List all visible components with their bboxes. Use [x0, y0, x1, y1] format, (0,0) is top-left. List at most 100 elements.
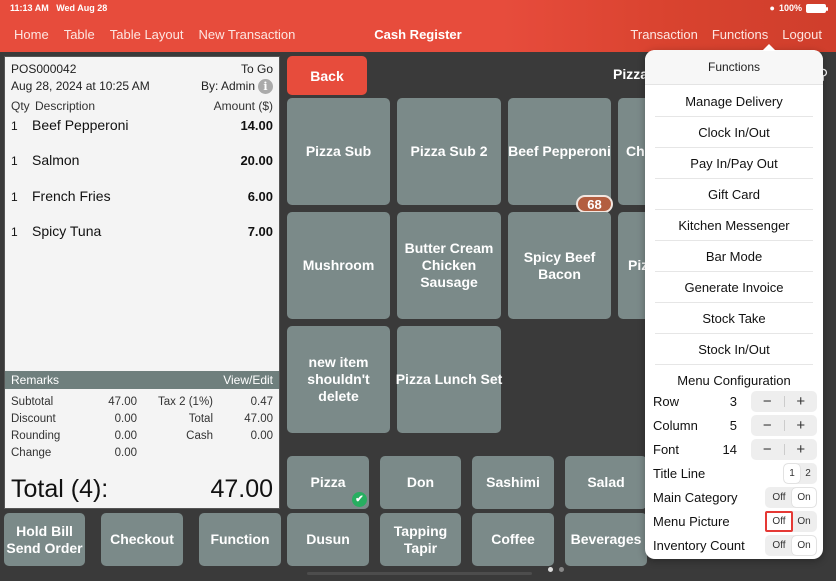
change-value: 0.00: [114, 446, 137, 459]
discount-value: 0.00: [114, 412, 137, 425]
menu-picture-label: Menu Picture: [653, 513, 730, 529]
menu-picture-off[interactable]: Off: [765, 510, 793, 532]
plus-icon[interactable]: +: [785, 393, 818, 410]
checkout-button[interactable]: Checkout: [101, 513, 183, 566]
line-qty: 1: [11, 154, 18, 168]
receipt-panel: POS000042 To Go Aug 28, 2024 at 10:25 AM…: [4, 56, 280, 509]
change-label: Change: [11, 446, 52, 459]
row-label: Row: [653, 393, 680, 409]
menu-pay-in-pay-out[interactable]: Pay In/Pay Out: [655, 148, 813, 179]
menu-gift-card[interactable]: Gift Card: [655, 179, 813, 210]
inventory-count-badge: 68: [576, 195, 613, 213]
receipt-number: POS000042: [11, 62, 77, 76]
menu-item-mushroom[interactable]: Mushroom: [287, 212, 390, 319]
menu-generate-invoice[interactable]: Generate Invoice: [655, 272, 813, 303]
col-qty: Qty: [11, 99, 30, 113]
line-qty: 1: [11, 119, 18, 133]
category-coffee[interactable]: Coffee: [472, 513, 554, 566]
line-item[interactable]: 1 French Fries 6.00: [11, 188, 273, 204]
category-label: Sashimi: [486, 474, 540, 490]
menu-item-pizza-sub[interactable]: Pizza Sub: [287, 98, 390, 205]
view-edit-link[interactable]: View/Edit: [223, 373, 273, 387]
menu-clock-in-out[interactable]: Clock In/Out: [655, 117, 813, 148]
menu-stock-in-out[interactable]: Stock In/Out: [655, 334, 813, 365]
config-main-category: Main Category Off On: [653, 486, 817, 508]
status-date: Wed Aug 28: [56, 3, 108, 13]
top-nav-bar: 11:13 AM Wed Aug 28 ● 100% Home Table Ta…: [0, 0, 836, 52]
menu-item-spicy-beef-bacon[interactable]: Spicy Beef Bacon: [508, 212, 611, 319]
minus-icon[interactable]: −: [751, 441, 784, 458]
menu-item-new-item[interactable]: new item shouldn't delete: [287, 326, 390, 433]
plus-icon[interactable]: +: [785, 417, 818, 434]
page-dot-1[interactable]: [548, 567, 553, 572]
category-dusun[interactable]: Dusun: [287, 513, 369, 566]
main-category-on[interactable]: On: [792, 487, 816, 507]
line-item[interactable]: 1 Salmon 20.00: [11, 152, 273, 168]
row-stepper[interactable]: − +: [751, 390, 818, 412]
minus-icon[interactable]: −: [751, 417, 784, 434]
nav-functions[interactable]: Functions: [712, 27, 768, 42]
page-indicator[interactable]: [548, 567, 564, 572]
inventory-count-label: Inventory Count: [653, 537, 745, 553]
menu-kitchen-messenger[interactable]: Kitchen Messenger: [655, 210, 813, 241]
horizontal-scrollbar[interactable]: [307, 572, 532, 575]
category-sashimi[interactable]: Sashimi: [472, 456, 554, 509]
nav-logout[interactable]: Logout: [782, 27, 822, 42]
main-category-toggle[interactable]: Off On: [765, 486, 817, 508]
rounding-label: Rounding: [11, 429, 61, 442]
category-beverages[interactable]: Beverages: [565, 513, 647, 566]
title-line-2[interactable]: 2: [800, 464, 816, 483]
title-line-1[interactable]: 1: [784, 463, 800, 483]
menu-picture-on[interactable]: On: [792, 512, 816, 531]
font-stepper[interactable]: − +: [751, 438, 818, 460]
inventory-count-toggle[interactable]: Off On: [765, 534, 817, 556]
line-item[interactable]: 1 Spicy Tuna 7.00: [11, 223, 273, 239]
info-icon[interactable]: i: [258, 79, 273, 94]
function-button[interactable]: Function: [199, 513, 281, 566]
nav-left: Home Table Table Layout New Transaction: [14, 27, 295, 42]
menu-item-label: Beef Pepperoni: [508, 143, 611, 159]
category-don[interactable]: Don: [380, 456, 461, 509]
minus-icon[interactable]: −: [751, 393, 784, 410]
nav-new-transaction[interactable]: New Transaction: [199, 27, 296, 42]
menu-item-beef-pepperoni[interactable]: Beef Pepperoni 68: [508, 98, 613, 213]
remarks-bar[interactable]: Remarks View/Edit: [5, 371, 279, 389]
column-stepper[interactable]: − +: [751, 414, 818, 436]
category-tapping-tapir[interactable]: Tapping Tapir: [380, 513, 461, 566]
nav-table[interactable]: Table: [64, 27, 95, 42]
hold-bill-send-order-button[interactable]: Hold Bill Send Order: [4, 513, 85, 566]
category-salad[interactable]: Salad: [565, 456, 647, 509]
menu-stock-take[interactable]: Stock Take: [655, 303, 813, 334]
category-label: Dusun: [306, 531, 350, 547]
discount-label: Discount: [11, 412, 56, 425]
title-line-segmented[interactable]: 1 2: [783, 462, 817, 484]
config-font: Font 14 − +: [653, 438, 817, 460]
order-type: To Go: [240, 62, 273, 76]
totals-table: Subtotal 47.00 Tax 2 (1%) 0.47 Discount …: [11, 393, 273, 461]
category-title: Pizza: [613, 66, 649, 82]
rounding-value: 0.00: [114, 429, 137, 442]
category-pizza[interactable]: Pizza ✔: [287, 456, 369, 509]
main-category-off[interactable]: Off: [766, 488, 792, 507]
menu-item-butter-cream-chicken-sausage[interactable]: Butter Cream Chicken Sausage: [397, 212, 501, 319]
nav-transaction[interactable]: Transaction: [630, 27, 697, 42]
nav-home[interactable]: Home: [14, 27, 49, 42]
nav-table-layout[interactable]: Table Layout: [110, 27, 184, 42]
inventory-count-on[interactable]: On: [792, 535, 816, 555]
menu-item-pizza-sub-2[interactable]: Pizza Sub 2: [397, 98, 501, 205]
inventory-count-off[interactable]: Off: [766, 536, 792, 555]
line-amount: 7.00: [247, 224, 273, 239]
menu-manage-delivery[interactable]: Manage Delivery: [655, 86, 813, 117]
menu-picture-toggle[interactable]: Off On: [765, 510, 817, 532]
totals-row: Subtotal 47.00 Tax 2 (1%) 0.47: [11, 393, 273, 410]
menu-bar-mode[interactable]: Bar Mode: [655, 241, 813, 272]
plus-icon[interactable]: +: [785, 441, 818, 458]
page-dot-2[interactable]: [559, 567, 564, 572]
receipt-datetime: Aug 28, 2024 at 10:25 AM: [11, 79, 150, 93]
line-desc: Spicy Tuna: [32, 223, 102, 239]
line-item[interactable]: 1 Beef Pepperoni 14.00: [11, 117, 273, 133]
back-button[interactable]: Back: [287, 56, 367, 95]
menu-item-pizza-lunch-set[interactable]: Pizza Lunch Set: [395, 326, 503, 433]
menu-item-label: Pizza Lunch Set: [395, 371, 503, 387]
cash-label: Cash: [186, 429, 213, 442]
